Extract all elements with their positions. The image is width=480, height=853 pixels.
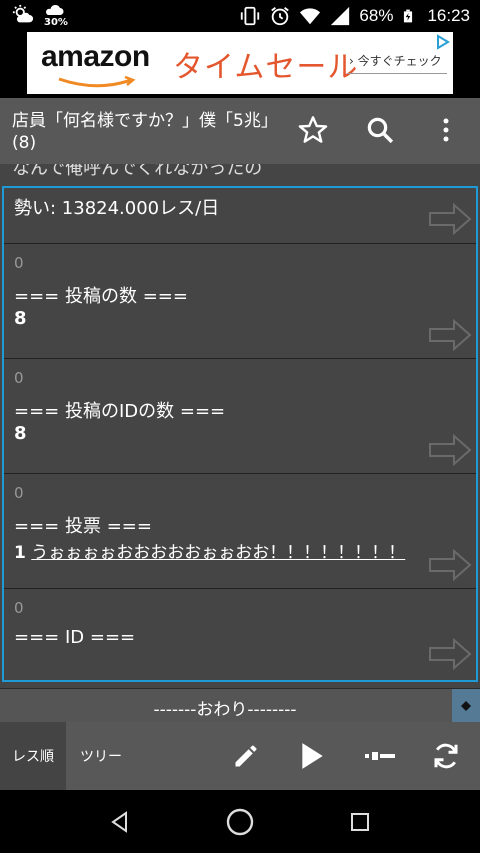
ad-headline: タイムセール (173, 50, 359, 85)
ad-brand-logo: amazon (41, 40, 150, 73)
arrow-right-icon[interactable] (428, 548, 472, 582)
recents-button[interactable] (342, 804, 378, 840)
clock: 16:23 (427, 6, 470, 25)
list-item[interactable]: 0 === ID === (4, 589, 476, 680)
recents-square-icon (351, 813, 369, 831)
post-number: 0 (14, 599, 24, 617)
back-triangle-icon (111, 811, 127, 833)
rain-chance-cloud-icon (46, 4, 64, 15)
post-heading: === 投稿のIDの数 === (14, 401, 226, 422)
post-heading: === ID === (14, 627, 136, 648)
cell-signal-icon (331, 6, 350, 26)
more-vert-icon (443, 118, 449, 142)
battery-percent: 68% (359, 6, 394, 25)
list-item[interactable]: 0 === 投票 === 1 うぉぉぉぉおおおおおぉぉおお！！！！！！！！ (4, 474, 476, 589)
alarm-icon (271, 7, 290, 26)
scroll-position-button[interactable] (360, 736, 400, 776)
momentum-text: 勢い: 13824.000レス/日 (14, 198, 220, 219)
post-value: 8 (14, 423, 27, 444)
ad-banner[interactable]: amazon タイムセール › 今すぐチェック (0, 32, 480, 98)
tab-post-order[interactable]: レス順 (0, 722, 66, 790)
post-value: 8 (14, 308, 27, 329)
adchoices-icon[interactable] (435, 34, 451, 50)
end-of-thread-bar: -------おわり-------- (0, 688, 480, 723)
list-item[interactable]: 勢い: 13824.000レス/日 (4, 188, 476, 244)
thread-title: 店員「何名様ですか？」僕「5兆」(8) (12, 111, 270, 153)
pencil-icon (235, 745, 257, 767)
wifi-icon (300, 8, 321, 25)
precipitation-percent: 30% (44, 17, 68, 28)
arrow-right-icon[interactable] (428, 318, 472, 352)
weather-partly-cloudy-icon (12, 4, 34, 23)
thread-toolbar: 店員「何名様ですか？」僕「5兆」(8) (0, 98, 480, 164)
vote-row: 1 うぉぉぉぉおおおおおぉぉおお！！！！！！！！ (14, 538, 405, 563)
list-item[interactable]: 0 === 投稿のIDの数 === 8 (4, 359, 476, 474)
search-icon (367, 117, 394, 144)
write-post-button[interactable] (226, 736, 266, 776)
back-button[interactable] (102, 804, 138, 840)
overflow-menu-button[interactable] (426, 110, 466, 150)
home-circle-icon (226, 808, 254, 836)
favorite-button[interactable] (293, 110, 333, 150)
star-icon (298, 116, 328, 143)
home-button[interactable] (222, 804, 258, 840)
vibrate-icon (241, 6, 260, 26)
fast-scroll-handle[interactable] (452, 689, 480, 723)
amazon-smile-icon (58, 76, 136, 88)
thread-summary-panel: 勢い: 13824.000レス/日 0 === 投稿の数 === 8 0 ===… (2, 186, 478, 682)
refresh-button[interactable] (426, 736, 466, 776)
diamond-icon (461, 701, 471, 711)
ad-cta-link[interactable]: › 今すぐチェック (349, 52, 442, 69)
bottom-toolbar: レス順 ツリー (0, 722, 480, 790)
list-item[interactable]: 0 === 投稿の数 === 8 (4, 244, 476, 359)
end-marker: -------おわり-------- (153, 700, 297, 720)
arrow-right-icon[interactable] (428, 202, 472, 236)
post-number: 0 (14, 254, 24, 272)
post-number: 0 (14, 484, 24, 502)
thread-content[interactable]: なんで俺呼んでくれなかったの 勢い: 13824.000レス/日 0 === 投… (0, 164, 480, 688)
play-button[interactable] (292, 736, 332, 776)
post-heading: === 投稿の数 === (14, 286, 188, 307)
post-number: 0 (14, 369, 24, 387)
previous-post-fragment: なんで俺呼んでくれなかったの (12, 164, 263, 179)
tab-tree[interactable]: ツリー (66, 722, 136, 790)
system-navigation-bar (0, 790, 480, 853)
dash-dot-icon (365, 752, 395, 760)
vote-link[interactable]: うぉぉぉぉおおおおおぉぉおお！！！！！！！！ (31, 543, 405, 563)
play-icon (302, 743, 323, 769)
arrow-right-icon[interactable] (428, 433, 472, 467)
search-button[interactable] (360, 110, 400, 150)
vote-count: 1 (14, 543, 26, 563)
arrow-right-icon[interactable] (428, 637, 472, 671)
refresh-icon (434, 743, 458, 769)
battery-charging-icon (404, 9, 413, 23)
post-heading: === 投票 === (14, 516, 152, 537)
status-bar: 30% 68% 16:23 (0, 0, 480, 32)
ad-banner-content[interactable]: amazon タイムセール › 今すぐチェック (27, 32, 453, 94)
